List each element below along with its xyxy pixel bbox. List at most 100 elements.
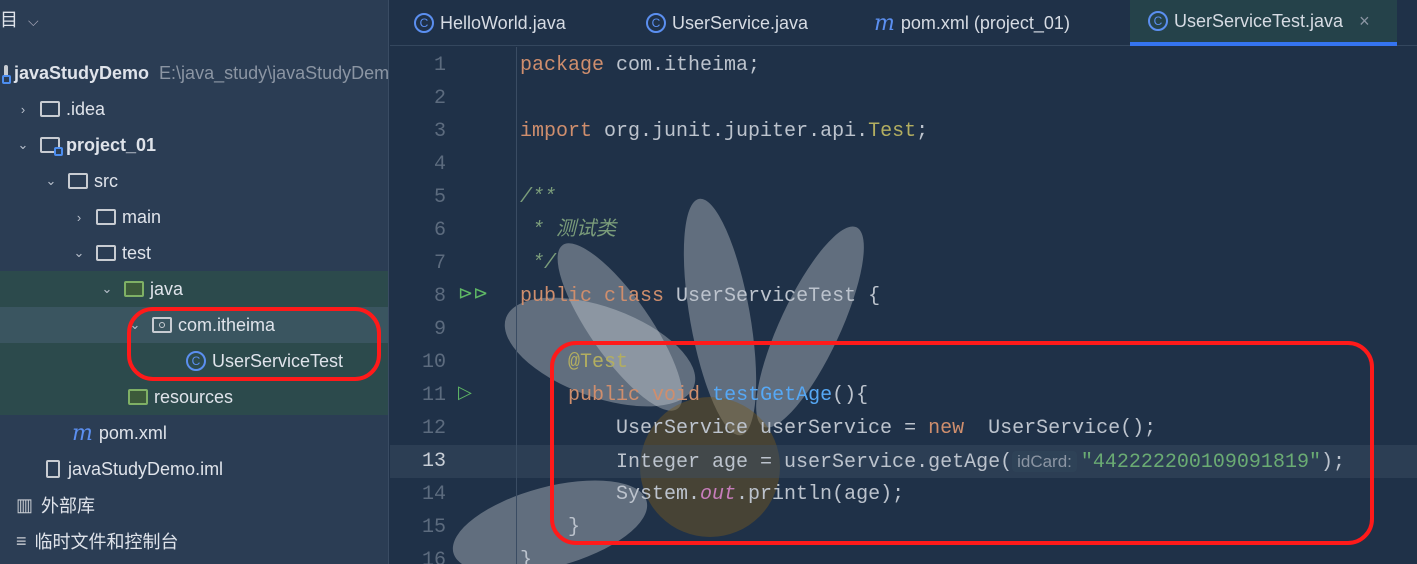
folder-icon xyxy=(96,209,117,225)
line-number: 1 xyxy=(433,54,446,77)
tree-item-test[interactable]: ⌄ test xyxy=(0,235,388,271)
line-number: 5 xyxy=(433,186,446,209)
tree-item-external-libraries[interactable]: ▥ 外部库 xyxy=(0,487,388,523)
tree-label: 外部库 xyxy=(41,496,96,516)
line-number: 8 xyxy=(433,285,446,308)
tree-label: src xyxy=(94,170,119,191)
line-number: 12 xyxy=(421,417,446,440)
code-line[interactable]: 16} xyxy=(390,544,1417,564)
folder-icon xyxy=(96,245,117,261)
line-number: 14 xyxy=(421,483,446,506)
tab-label: pom.xml (project_01) xyxy=(900,12,1070,33)
tree-label: javaStudyDemo xyxy=(14,62,150,83)
tab-userservicetest[interactable]: C UserServiceTest.java × xyxy=(1130,0,1397,46)
code-token: package xyxy=(520,54,605,77)
resources-folder-icon xyxy=(128,389,148,405)
code-token: public class xyxy=(520,285,665,308)
code-token: org.junit.jupiter.api. xyxy=(604,120,869,143)
code-line[interactable]: 5 /** xyxy=(390,181,1417,214)
code-line[interactable]: 3 import org.junit.jupiter.api.Test; xyxy=(390,115,1417,148)
folder-icon xyxy=(68,173,89,189)
tree-label: resources xyxy=(154,386,234,407)
tree-label: 临时文件和控制台 xyxy=(34,532,179,552)
tree-label: test xyxy=(122,242,152,263)
tree-label: pom.xml xyxy=(98,422,167,443)
code-line[interactable]: 4 xyxy=(390,148,1417,181)
tree-item-main[interactable]: › main xyxy=(0,199,388,235)
annotation-highlight xyxy=(550,341,1374,545)
tree-item-pom[interactable]: m pom.xml xyxy=(0,415,388,451)
code-text: public class UserServiceTest { xyxy=(520,280,880,313)
tree-item-javaStudyDemo[interactable]: javaStudyDemo E:\java_study\javaStudyDemo xyxy=(0,55,389,91)
module-folder-icon xyxy=(2,65,11,84)
line-number: 9 xyxy=(433,318,446,341)
line-number: 7 xyxy=(433,252,446,275)
chevron-right-icon: › xyxy=(76,209,82,225)
chevron-down-icon: ⌄ xyxy=(101,281,113,296)
code-token: com.itheima; xyxy=(616,54,761,77)
chevron-right-icon: › xyxy=(20,101,26,117)
tree-label: .idea xyxy=(66,98,106,119)
close-icon[interactable]: × xyxy=(1359,11,1370,32)
line-number: 10 xyxy=(421,351,446,374)
code-text: * 测试类 xyxy=(520,214,616,247)
sidebar-title: 目 xyxy=(0,10,18,30)
line-number: 3 xyxy=(433,120,446,143)
tree-item-idea[interactable]: › .idea xyxy=(0,91,388,127)
class-icon: C xyxy=(646,13,666,33)
folder-icon xyxy=(40,101,61,117)
tree-item-resources[interactable]: resources xyxy=(0,379,388,415)
chevron-down-icon: ⌄ xyxy=(45,173,57,188)
project-sidebar: 目 ⌵ javaStudyDemo E:\java_study\javaStudyD… xyxy=(0,0,389,564)
line-number: 4 xyxy=(433,153,446,176)
tree-label: javaStudyDemo.iml xyxy=(68,458,224,479)
code-token: } xyxy=(520,549,533,564)
project-view-selector[interactable]: 目 ⌵ xyxy=(0,6,39,32)
code-text: package com.itheima; xyxy=(520,49,760,82)
code-token: UserServiceTest { xyxy=(676,285,881,308)
tree-item-scratches[interactable]: ≡ 临时文件和控制台 xyxy=(0,523,388,559)
code-line[interactable]: 6 * 测试类 xyxy=(390,214,1417,247)
module-folder-icon xyxy=(40,137,64,156)
code-text: } xyxy=(520,544,532,564)
chevron-down-icon: ⌄ xyxy=(17,137,29,152)
chevron-down-icon: ⌄ xyxy=(73,245,85,260)
tab-label: HelloWorld.java xyxy=(440,12,566,33)
tree-item-java[interactable]: ⌄ java xyxy=(0,271,388,307)
chevron-down-icon: ⌵ xyxy=(28,13,39,29)
line-number: 15 xyxy=(421,516,446,539)
code-token: Test xyxy=(868,120,917,143)
code-token: */ xyxy=(520,252,557,275)
line-number: 13 xyxy=(421,450,446,473)
code-line[interactable]: 7 */ xyxy=(390,247,1417,280)
tree-item-project_01[interactable]: ⌄ project_01 xyxy=(0,127,388,163)
code-token: /** xyxy=(520,186,557,209)
tab-pom[interactable]: m pom.xml (project_01) xyxy=(856,0,1088,46)
code-token: import xyxy=(520,120,593,143)
tab-userservice[interactable]: C UserService.java xyxy=(628,0,826,46)
library-icon: ▥ xyxy=(16,494,34,515)
tree-path: E:\java_study\javaStudyDemo xyxy=(159,62,389,83)
code-line[interactable]: 2 xyxy=(390,82,1417,115)
line-number: 16 xyxy=(421,549,446,564)
code-line[interactable]: 1 package com.itheima; xyxy=(390,49,1417,82)
code-editor[interactable]: 1 package com.itheima; 2 3 import org.junit.… xyxy=(390,47,1417,564)
editor-tabs: C HelloWorld.java C UserService.java m pom.… xyxy=(390,0,1417,46)
code-text: */ xyxy=(520,247,556,280)
line-number: 11 xyxy=(421,384,446,407)
run-class-icon[interactable]: ⊳⊳ xyxy=(458,283,488,304)
tab-helloworld[interactable]: C HelloWorld.java xyxy=(396,0,584,46)
tab-label: UserServiceTest.java xyxy=(1174,10,1344,31)
tree-item-src[interactable]: ⌄ src xyxy=(0,163,388,199)
line-number: 2 xyxy=(433,87,446,110)
code-line[interactable]: 8 public class UserServiceTest { xyxy=(390,280,1417,313)
run-test-icon[interactable]: ▷ xyxy=(458,382,472,403)
file-icon xyxy=(46,460,60,478)
annotation-highlight xyxy=(127,307,381,381)
test-class-icon: C xyxy=(1148,11,1168,31)
tree-item-iml[interactable]: javaStudyDemo.iml xyxy=(0,451,388,487)
tree-label: main xyxy=(122,206,162,227)
code-token: ; xyxy=(916,120,929,143)
code-token: * 测试类 xyxy=(520,219,617,242)
test-folder-icon xyxy=(124,281,145,297)
